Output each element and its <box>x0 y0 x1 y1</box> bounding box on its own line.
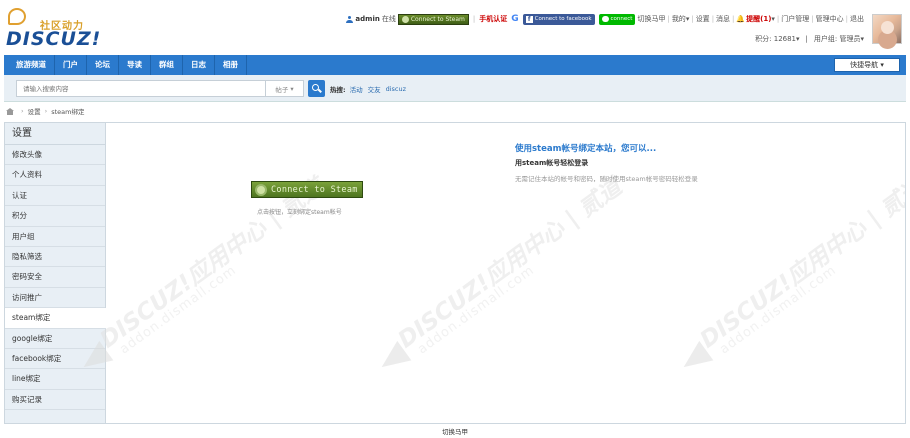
main-nav: 旅游频道 门户 论坛 导读 群组 日志 相册 快捷导航 ▾ <box>4 55 906 75</box>
sidebar-item-profile[interactable]: 个人资料 <box>5 165 105 186</box>
steam-hint: 点击按钮，立刻绑定steam帐号 <box>257 209 342 216</box>
usergroup-link[interactable]: 用户组: 管理员 <box>814 34 861 44</box>
sidebar-item-purchases[interactable]: 购买记录 <box>5 390 105 411</box>
quick-nav-button[interactable]: 快捷导航 ▾ <box>834 58 900 72</box>
search-type-select[interactable]: 帖子 ▾ <box>266 80 304 97</box>
sidebar-item-promotion[interactable]: 访问推广 <box>5 288 105 309</box>
settings-sidebar: 设置 修改头像 个人资料 认证 积分 用户组 隐私筛选 密码安全 访问推广 st… <box>5 123 106 423</box>
nav-item-travel[interactable]: 旅游频道 <box>8 55 55 75</box>
logout-link[interactable]: 退出 <box>850 14 864 24</box>
facebook-label: Connect to facebook <box>534 16 592 22</box>
sidebar-item-steam[interactable]: steam绑定 <box>5 308 106 329</box>
bell-icon: 🔔 <box>736 15 746 23</box>
home-icon[interactable] <box>6 107 14 115</box>
remind-link[interactable]: 提醒(1) <box>746 14 771 24</box>
quick-nav-label: 快捷导航 <box>850 61 879 69</box>
nav-item-blog[interactable]: 日志 <box>183 55 215 75</box>
hot-search-link[interactable]: discuz <box>386 85 406 93</box>
user-toolbar: admin 在线 Connect to Steam | 手机认证 G f Con… <box>346 12 864 26</box>
header: 社区动力 DISCUZ! admin 在线 Connect to Steam |… <box>0 0 910 52</box>
line-label: connect <box>610 16 633 22</box>
sidebar-item-credits[interactable]: 积分 <box>5 206 105 227</box>
discuz-logo[interactable]: 社区动力 DISCUZ! <box>6 8 100 50</box>
info-title: 使用steam帐号绑定本站，您可以... <box>515 144 657 154</box>
nav-item-group[interactable]: 群组 <box>151 55 183 75</box>
user-icon <box>346 15 354 23</box>
sidebar-item-facebook[interactable]: facebook绑定 <box>5 349 105 370</box>
avatar[interactable] <box>872 14 902 44</box>
sidebar-title: 设置 <box>5 123 105 145</box>
sidebar-item-google[interactable]: google绑定 <box>5 329 105 349</box>
search-type-label: 帖子 <box>275 85 289 94</box>
google-icon[interactable]: G <box>511 14 518 24</box>
nav-item-guide[interactable]: 导读 <box>119 55 151 75</box>
sidebar-item-line[interactable]: line绑定 <box>5 369 105 390</box>
hot-search-link[interactable]: 活动 <box>350 84 363 94</box>
connect-steam-button[interactable]: Connect to Steam <box>251 181 363 198</box>
facebook-connect-button[interactable]: f Connect to facebook <box>522 13 595 25</box>
footer: 切换马甲 <box>0 426 910 436</box>
settings-link[interactable]: 设置 <box>696 14 710 24</box>
hot-search-label: 热搜: <box>330 85 346 94</box>
info-description: 无需记住本站的帐号和密码，随时使用steam帐号密码轻松登录 <box>515 175 698 183</box>
line-connect-button[interactable]: connect <box>598 13 636 25</box>
nav-item-portal[interactable]: 门户 <box>55 55 87 75</box>
connect-steam-label: Connect to Steam <box>271 184 358 195</box>
breadcrumb-current: steam绑定 <box>51 108 85 116</box>
chevron-down-icon: ▾ <box>288 84 294 93</box>
steam-small-label: Connect to Steam <box>410 15 465 23</box>
footer-switch-account-link[interactable]: 切换马甲 <box>442 428 468 436</box>
steam-connect-small-button[interactable]: Connect to Steam <box>397 13 469 25</box>
hot-search: 热搜: 活动 交友 discuz <box>330 80 411 97</box>
watermark: DISCUZ!应用中心 | 贰道 addon.dismall.com <box>644 174 905 409</box>
hot-search-link[interactable]: 交友 <box>368 84 381 94</box>
watermark: DISCUZ!应用中心 | 贰道 addon.dismall.com <box>342 174 627 409</box>
search-button[interactable] <box>308 80 325 97</box>
online-status[interactable]: 在线 <box>382 14 396 24</box>
sidebar-item-usergroup[interactable]: 用户组 <box>5 227 105 247</box>
switch-account-link[interactable]: 切换马甲 <box>637 14 665 24</box>
chevron-down-icon: ▾ <box>878 61 884 69</box>
logo-bubble-icon <box>8 8 26 25</box>
steam-icon <box>401 15 409 23</box>
messages-link[interactable]: 消息 <box>716 14 730 24</box>
main-panel: 设置 修改头像 个人资料 认证 积分 用户组 隐私筛选 密码安全 访问推广 st… <box>4 122 906 424</box>
logo-en: DISCUZ! <box>6 28 102 50</box>
sidebar-item-password[interactable]: 密码安全 <box>5 267 105 288</box>
sidebar-item-verify[interactable]: 认证 <box>5 186 105 207</box>
nav-item-album[interactable]: 相册 <box>215 55 247 75</box>
search-input[interactable] <box>16 80 266 97</box>
info-subtitle: 用steam帐号轻松登录 <box>515 159 589 167</box>
breadcrumb-settings[interactable]: 设置 <box>28 106 41 116</box>
steam-bind-content: DISCUZ!应用中心 | 贰道 addon.dismall.com DISCU… <box>76 123 905 423</box>
nav-item-forum[interactable]: 论坛 <box>87 55 119 75</box>
admin-center-link[interactable]: 管理中心 <box>816 14 844 24</box>
user-stats: 积分: 12681 ▾ | 用户组: 管理员 ▾ <box>755 34 864 44</box>
facebook-icon: f <box>525 15 533 23</box>
breadcrumb: › 设置 › steam绑定 <box>6 106 84 116</box>
portal-admin-link[interactable]: 门户管理 <box>781 14 809 24</box>
sidebar-item-privacy[interactable]: 隐私筛选 <box>5 247 105 268</box>
credits-link[interactable]: 积分: 12681 <box>755 34 796 44</box>
sidebar-item-avatar[interactable]: 修改头像 <box>5 145 105 166</box>
line-icon <box>601 16 609 22</box>
my-menu[interactable]: 我的 <box>672 14 686 24</box>
steam-icon <box>255 183 267 196</box>
mobile-verify-link[interactable]: 手机认证 <box>479 14 507 24</box>
username-link[interactable]: admin <box>355 15 379 23</box>
search-bar: 帖子 ▾ 热搜: 活动 交友 discuz <box>4 75 906 102</box>
